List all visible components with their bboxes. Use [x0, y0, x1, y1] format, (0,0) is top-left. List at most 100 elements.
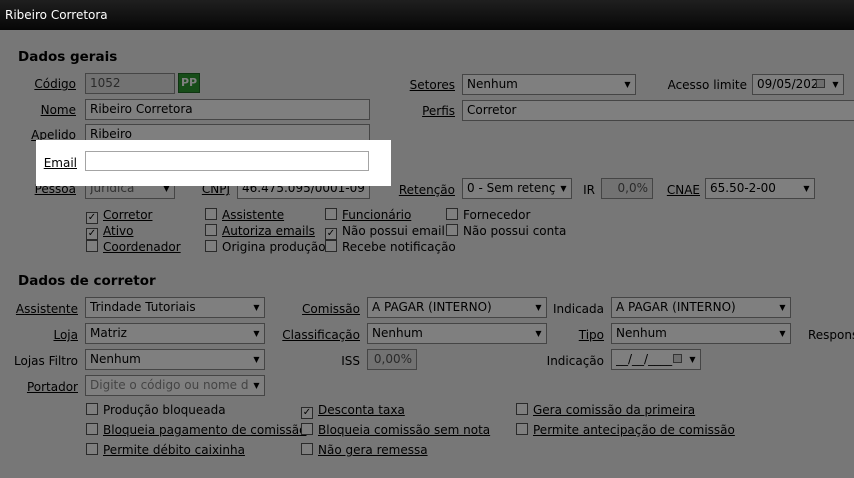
- indicacao-date[interactable]: __/__/____ ▼: [611, 349, 701, 370]
- chevron-down-icon: ▼: [249, 376, 264, 395]
- section-title-dados-gerais: Dados gerais: [18, 49, 118, 65]
- loja-value: Matriz: [90, 326, 127, 340]
- loja-dropdown[interactable]: Matriz ▼: [85, 323, 265, 344]
- acesso-limite-value: 09/05/2020: [757, 77, 817, 91]
- cnae-label: CNAE: [666, 183, 700, 197]
- checkbox-icon: [446, 208, 458, 220]
- codigo-input[interactable]: 1052: [85, 73, 175, 94]
- email-highlight: Email: [36, 140, 391, 186]
- cnae-value: 65.50-2-00: [710, 181, 776, 195]
- iss-label: ISS: [341, 354, 360, 368]
- checkbox-icon: [301, 423, 313, 435]
- perfis-input[interactable]: Corretor: [462, 100, 854, 121]
- form-window: Dados gerais Código 1052 PP Nome Ribeiro…: [0, 30, 854, 478]
- title-bar: Ribeiro Corretora: [0, 0, 854, 30]
- classificacao-dropdown[interactable]: Nenhum ▼: [367, 323, 547, 344]
- indicada-dropdown[interactable]: A PAGAR (INTERNO) ▼: [611, 297, 791, 318]
- iss-input[interactable]: 0,00%: [367, 349, 417, 370]
- checkbox-assistente[interactable]: Assistente: [205, 208, 284, 222]
- lojas-filtro-dropdown[interactable]: Nenhum ▼: [85, 349, 265, 370]
- checkbox-icon: [446, 224, 458, 236]
- checkbox-funcionario[interactable]: Funcionário: [325, 208, 411, 222]
- portador-placeholder: Digite o código ou nome do portador: [90, 378, 248, 392]
- checkbox-icon: [86, 240, 98, 252]
- comissao-dropdown[interactable]: A PAGAR (INTERNO) ▼: [367, 297, 547, 318]
- checkbox-icon: [86, 443, 98, 455]
- checkbox-fornecedor[interactable]: Fornecedor: [446, 208, 530, 222]
- section-title-dados-corretor: Dados de corretor: [18, 273, 156, 289]
- comissao-value: A PAGAR (INTERNO): [372, 300, 492, 314]
- responsavel-label: Respons: [808, 328, 854, 342]
- nome-label: Nome: [40, 103, 76, 117]
- checkbox-bloqueia-pagamento-comissao[interactable]: Bloqueia pagamento de comissão: [86, 423, 306, 437]
- checkbox-autoriza-emails[interactable]: Autoriza emails: [205, 224, 315, 238]
- perfis-label: Perfis: [422, 104, 455, 118]
- chevron-down-icon: ▼: [249, 298, 264, 317]
- assistente-label: Assistente: [15, 302, 78, 316]
- checkbox-permite-debito-caixinha[interactable]: Permite débito caixinha: [86, 443, 245, 457]
- email-input[interactable]: [85, 151, 369, 171]
- tipo-dropdown[interactable]: Nenhum ▼: [611, 323, 791, 344]
- ir-input[interactable]: 0,0%: [601, 178, 653, 199]
- checkbox-corretor[interactable]: ✓ Corretor: [86, 208, 152, 224]
- setores-dropdown[interactable]: Nenhum ▼: [462, 74, 636, 95]
- setores-value: Nenhum: [467, 77, 518, 91]
- checkbox-checked-icon: ✓: [86, 228, 98, 240]
- loja-label: Loja: [53, 328, 78, 342]
- retencao-dropdown[interactable]: 0 - Sem retenção ▼: [462, 178, 572, 199]
- checkbox-icon: [205, 224, 217, 236]
- acesso-limite-date[interactable]: 09/05/2020 ▼: [752, 74, 844, 95]
- retencao-value: 0 - Sem retenção: [467, 181, 555, 195]
- cnae-dropdown[interactable]: 65.50-2-00 ▼: [705, 178, 815, 199]
- checkbox-checked-icon: ✓: [325, 228, 337, 240]
- checkbox-icon: [325, 240, 337, 252]
- tipo-label: Tipo: [578, 328, 604, 342]
- codigo-label: Código: [34, 77, 76, 91]
- checkbox-icon: [516, 423, 528, 435]
- email-label: Email: [43, 156, 77, 170]
- indicada-label: Indicada: [552, 302, 604, 316]
- checkbox-icon: [86, 423, 98, 435]
- setores-label: Setores: [409, 78, 455, 92]
- chevron-down-icon: ▼: [249, 350, 264, 369]
- calendar-icon[interactable]: [673, 350, 684, 369]
- assistente-value: Trindade Tutoriais: [90, 300, 196, 314]
- chevron-down-icon: ▼: [249, 324, 264, 343]
- chevron-down-icon: ▼: [685, 350, 700, 369]
- nome-input[interactable]: Ribeiro Corretora: [85, 99, 370, 120]
- lojas-filtro-label: Lojas Filtro: [14, 354, 78, 368]
- checkbox-desconta-taxa[interactable]: ✓ Desconta taxa: [301, 403, 405, 419]
- checkbox-gera-comissao-primeira[interactable]: Gera comissão da primeira: [516, 403, 695, 417]
- ir-label: IR: [583, 183, 595, 197]
- assistente-dropdown[interactable]: Trindade Tutoriais ▼: [85, 297, 265, 318]
- acesso-limite-label: Acesso limite: [667, 78, 747, 92]
- checkbox-nao-gera-remessa[interactable]: Não gera remessa: [301, 443, 428, 457]
- chevron-down-icon: ▼: [620, 75, 635, 94]
- chevron-down-icon: ▼: [775, 298, 790, 317]
- checkbox-permite-antecipacao-comissao[interactable]: Permite antecipação de comissão: [516, 423, 735, 437]
- retencao-label: Retenção: [398, 183, 455, 197]
- calendar-icon[interactable]: [816, 75, 827, 94]
- checkbox-icon: [516, 403, 528, 415]
- indicacao-label: Indicação: [546, 354, 604, 368]
- checkbox-nao-possui-email[interactable]: ✓ Não possui email: [325, 224, 445, 240]
- checkbox-producao-bloqueada[interactable]: Produção bloqueada: [86, 403, 226, 417]
- comissao-label: Comissão: [302, 302, 360, 316]
- chevron-down-icon: ▼: [775, 324, 790, 343]
- chevron-down-icon: ▼: [799, 179, 814, 198]
- checkbox-ativo[interactable]: ✓ Ativo: [86, 224, 133, 240]
- checkbox-nao-possui-conta[interactable]: Não possui conta: [446, 224, 566, 238]
- checkbox-icon: [301, 443, 313, 455]
- checkbox-icon: [205, 240, 217, 252]
- checkbox-checked-icon: ✓: [86, 212, 98, 224]
- checkbox-origina-producao[interactable]: Origina produção: [205, 240, 326, 254]
- classificacao-value: Nenhum: [372, 326, 423, 340]
- checkbox-coordenador[interactable]: Coordenador: [86, 240, 181, 254]
- tipo-value: Nenhum: [616, 326, 667, 340]
- checkbox-bloqueia-comissao-sem-nota[interactable]: Bloqueia comissão sem nota: [301, 423, 490, 437]
- chevron-down-icon: ▼: [556, 179, 571, 198]
- portador-combobox[interactable]: Digite o código ou nome do portador ▼: [85, 375, 265, 396]
- pp-button[interactable]: PP: [178, 73, 200, 93]
- indicacao-value: __/__/____: [616, 352, 673, 366]
- checkbox-recebe-notificacao[interactable]: Recebe notificação: [325, 240, 456, 254]
